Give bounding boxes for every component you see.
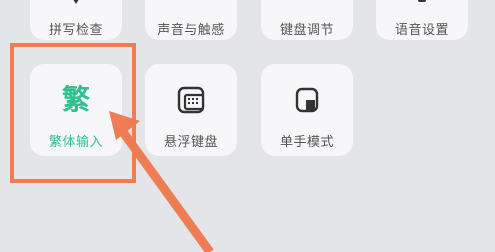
arrow-icon (109, 111, 214, 252)
